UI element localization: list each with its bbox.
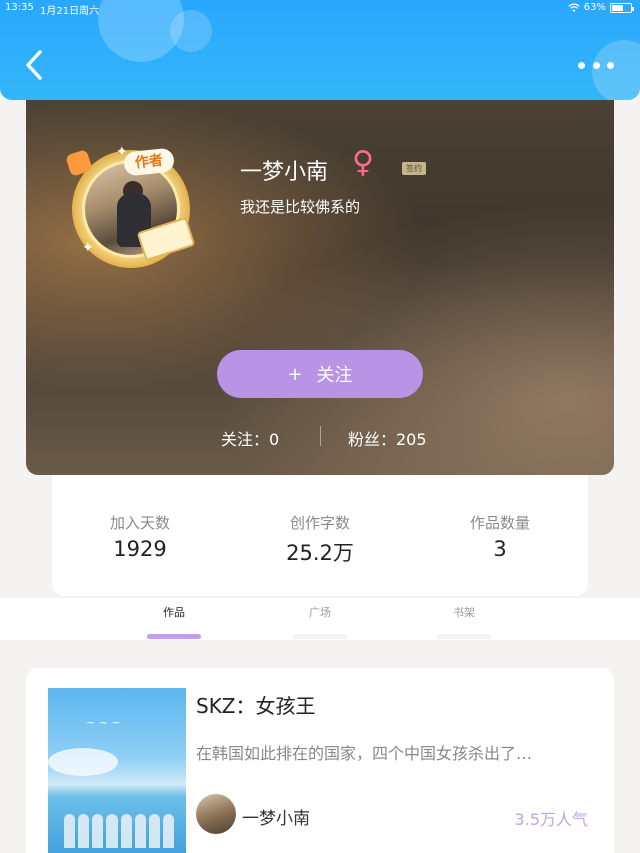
stats-card: 加入天数 1929 创作字数 25.2万 作品数量 3 — [52, 470, 588, 596]
profile-card: 作者 ✦ ✦ 一梦小南 ♀ 签约 我还是比较佛系的 + 关注 关注：0 粉丝：2… — [26, 92, 614, 475]
stat-value: 1929 — [113, 537, 167, 561]
tab-label: 广场 — [309, 606, 331, 619]
sparkle-icon: ✦ — [116, 144, 128, 160]
tab-indicator — [437, 634, 491, 639]
work-author: 一梦小南 — [242, 809, 310, 829]
tab-indicator — [147, 634, 201, 639]
stat-label: 加入天数 — [109, 514, 170, 532]
tab-square[interactable]: 广场 — [280, 604, 360, 639]
tab-bar: 作品 广场 书架 — [0, 598, 640, 640]
female-icon: ♀ — [352, 145, 374, 180]
decor-bubble — [170, 10, 212, 52]
tab-label: 作品 — [163, 606, 185, 619]
stat-label: 作品数量 — [469, 514, 530, 532]
stat-join-days: 加入天数 1929 — [70, 512, 210, 561]
tab-works[interactable]: 作品 — [134, 604, 214, 639]
status-date: 1月21日周六 — [40, 6, 100, 17]
cover-logo: ~ ~ ~ — [86, 716, 121, 729]
more-horizontal-icon — [607, 61, 614, 69]
bio: 我还是比较佛系的 — [240, 198, 361, 216]
more-horizontal-icon — [578, 61, 585, 69]
status-right: 63% — [568, 2, 634, 13]
book-cover: ~ ~ ~ — [48, 688, 186, 853]
stat-value: 3 — [493, 537, 507, 561]
nickname: 一梦小南 — [240, 160, 329, 185]
battery-icon — [610, 2, 634, 13]
follow-button-label: 关注 — [316, 365, 353, 386]
following-count[interactable]: 关注：0 — [221, 426, 279, 450]
stat-value: 25.2万 — [286, 541, 354, 565]
stat-label: 创作字数 — [289, 514, 350, 532]
battery-fill — [612, 4, 623, 11]
stat-word-count: 创作字数 25.2万 — [250, 512, 390, 567]
fans-count[interactable]: 粉丝：205 — [348, 426, 427, 450]
status-bar: 13:35 1月21日周六 63% — [0, 0, 640, 17]
sparkle-icon: ✦ — [82, 240, 94, 256]
work-item[interactable]: ~ ~ ~ SKZ：女孩王 在韩国如此排在的国家，四个中国女孩杀出了… 一梦小南… — [26, 668, 614, 853]
divider — [320, 426, 321, 446]
work-description: 在韩国如此排在的国家，四个中国女孩杀出了… — [196, 744, 533, 763]
tab-label: 书架 — [453, 606, 475, 619]
status-time: 13:35 — [5, 2, 34, 13]
chevron-left-icon — [26, 50, 42, 80]
tab-indicator — [293, 634, 347, 639]
back-button[interactable] — [22, 48, 48, 82]
wifi-icon — [568, 3, 580, 12]
battery-percent: 63% — [583, 2, 606, 13]
work-title: SKZ：女孩王 — [196, 694, 316, 718]
signed-badge: 签约 — [402, 162, 426, 175]
plus-icon: + — [287, 363, 303, 385]
more-horizontal-icon — [592, 61, 600, 69]
follow-stats: 关注：0 粉丝：205 — [26, 426, 614, 449]
avatar — [196, 794, 236, 834]
author-avatar[interactable]: 作者 ✦ ✦ — [65, 144, 206, 284]
stat-works-count: 作品数量 3 — [430, 512, 570, 561]
top-header: 13:35 1月21日周六 63% — [0, 0, 640, 100]
follow-button[interactable]: + 关注 — [217, 350, 423, 398]
more-button[interactable] — [578, 58, 614, 72]
tab-bookshelf[interactable]: 书架 — [424, 604, 504, 639]
work-popularity: 3.5万人气 — [514, 810, 588, 829]
